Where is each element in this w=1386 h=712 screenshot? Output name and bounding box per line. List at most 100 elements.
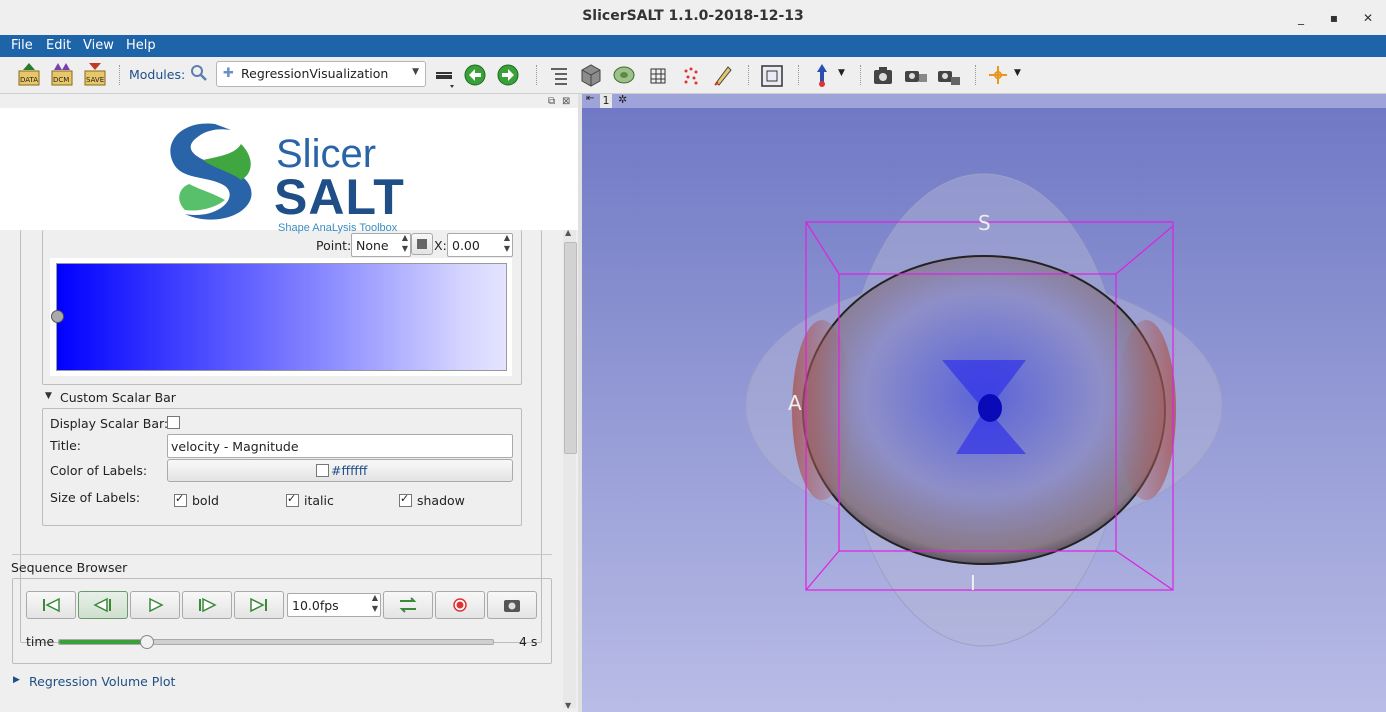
colormap-gradient [56,263,507,371]
center-core [978,394,1002,422]
screenshot-button[interactable] [870,61,896,89]
models-module-button[interactable] [611,61,637,89]
puzzle-icon: ✚ [223,66,234,81]
colormap-point-handle[interactable] [51,310,64,323]
expand-arrow-icon[interactable]: ▶ [13,675,20,685]
pin-icon[interactable]: ⇤ [586,93,594,104]
italic-checkbox[interactable] [286,492,299,507]
module-search-icon[interactable] [189,63,209,83]
spin-down-icon[interactable]: ▼ [372,604,378,613]
toolbar-separator [748,65,750,85]
size-of-labels-label: Size of Labels: [50,490,141,505]
play-button[interactable] [130,591,180,619]
module-panel-scrollbar[interactable]: ▲ ▼ [563,228,577,710]
close-panel-icon[interactable]: ⊠ [562,96,570,107]
scene-view-button[interactable] [903,61,929,89]
main-toolbar: DATA DCM SAVE Modules: ✚ RegressionVisua… [0,57,1386,94]
modules-label: Modules: [129,67,186,82]
snapshot-button[interactable] [487,591,537,619]
dcm-label: DCM [53,76,69,84]
time-slider-handle[interactable] [139,635,154,649]
first-frame-button[interactable] [26,591,76,619]
data-module-button[interactable] [546,61,572,89]
menu-file[interactable]: File [11,38,33,53]
load-dicom-button[interactable]: DCM [49,61,75,89]
view-settings-icon[interactable]: ✲ [618,93,627,106]
crosshair-button[interactable] [985,61,1011,89]
orientation-label-s: S [978,211,991,235]
module-selected: RegressionVisualization [241,66,389,81]
toolbar-separator [860,65,862,85]
back-module-button[interactable] [463,61,489,89]
forward-module-button[interactable] [496,61,522,89]
italic-label: italic [304,493,334,508]
title-label: Title: [50,438,81,453]
menu-bar: File Edit View Help [0,35,1386,57]
save-button[interactable]: SAVE [82,61,108,89]
display-scalar-bar-label: Display Scalar Bar: [50,416,169,431]
editor-module-button[interactable] [710,61,736,89]
bold-checkbox[interactable] [174,492,187,507]
scroll-down-icon[interactable]: ▼ [565,701,571,710]
menu-view[interactable]: View [83,38,114,53]
load-data-button[interactable]: DATA [16,61,42,89]
transforms-module-button[interactable] [645,61,671,89]
colormap-canvas[interactable] [50,258,512,376]
window-title: SlicerSALT 1.1.0-2018-12-13 [582,8,804,24]
shadow-checkbox[interactable] [399,492,412,507]
collapse-arrow-icon[interactable]: ▼ [45,391,52,401]
crosshair-dropdown-icon[interactable]: ▼ [1014,68,1021,78]
title-input-value: velocity - Magnitude [171,439,299,454]
scroll-up-icon[interactable]: ▲ [565,228,571,237]
fps-value: 10.0fps [292,598,339,613]
close-icon[interactable]: ✕ [1359,9,1377,27]
time-slider[interactable] [58,635,494,649]
record-button[interactable] [435,591,485,619]
label-color-swatch [316,464,329,477]
scrollbar-thumb[interactable] [564,242,577,454]
menu-help[interactable]: Help [126,38,156,53]
volumes-module-button[interactable] [578,61,604,89]
shadow-label: shadow [417,493,465,508]
display-scalar-bar-checkbox[interactable] [167,416,180,429]
chevron-down-icon: ▼ [412,67,419,77]
time-slider-fill [59,640,146,644]
undock-icon[interactable]: ⧉ [548,96,555,107]
last-frame-button[interactable] [234,591,284,619]
divider [12,554,552,555]
3d-view[interactable]: S I A ⇤ 1 ✲ [582,93,1386,712]
time-label: time [26,634,55,649]
play-backward-button[interactable] [78,591,128,619]
color-of-labels-label: Color of Labels: [50,463,148,478]
module-history-button[interactable] [432,61,458,89]
minimize-icon[interactable]: _ [1292,9,1310,27]
data-label: DATA [20,76,38,84]
spin-up-icon[interactable]: ▲ [372,593,378,602]
inner-shape-right-shade [1116,320,1176,500]
logo-line2: SALT [274,169,405,225]
toolbar-separator [536,65,538,85]
mouse-mode-button[interactable] [809,61,835,89]
next-frame-button[interactable] [182,591,232,619]
save-label: SAVE [86,76,104,84]
title-input[interactable]: velocity - Magnitude [167,434,513,458]
label-color-button[interactable]: #ffffff [167,459,513,482]
bold-label: bold [192,493,219,508]
maximize-icon[interactable]: ▪ [1325,9,1343,27]
module-selector[interactable]: ✚ RegressionVisualization ▼ [216,61,426,87]
layout-button[interactable] [759,61,785,89]
toolbar-separator [975,65,977,85]
toolbar-separator [119,65,121,85]
view-index: 1 [600,94,612,108]
orientation-label-a: A [788,391,802,415]
fps-spinbox[interactable]: 10.0fps ▲ ▼ [287,593,381,617]
menu-edit[interactable]: Edit [46,38,71,53]
markups-module-button[interactable] [678,61,704,89]
capture-button[interactable] [936,61,962,89]
mouse-mode-dropdown-icon[interactable]: ▼ [838,68,845,78]
view-controller-bar: ⇤ 1 ✲ [582,93,1386,108]
scalar-bar-section-title[interactable]: Custom Scalar Bar [60,390,176,405]
loop-button[interactable] [383,591,433,619]
3d-render[interactable]: S I A [582,94,1386,712]
regression-volume-plot-section[interactable]: Regression Volume Plot [29,674,175,689]
